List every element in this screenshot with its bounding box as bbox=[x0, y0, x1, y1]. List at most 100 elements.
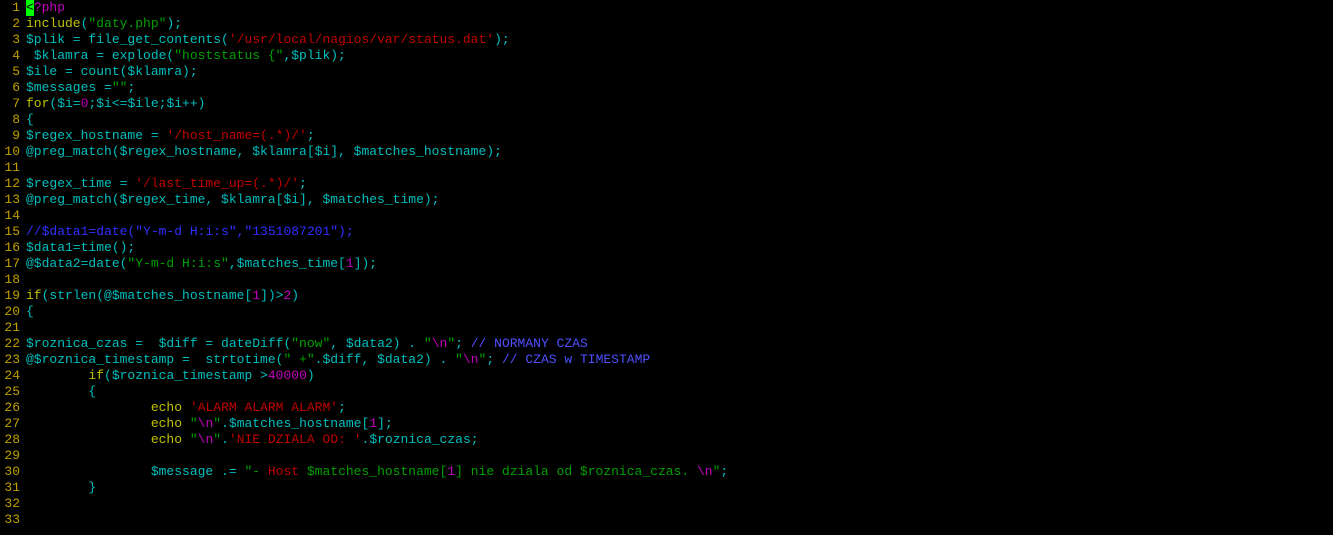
code-line[interactable]: 33 bbox=[0, 512, 1333, 528]
syntax-token: " bbox=[190, 416, 198, 431]
code-content[interactable]: if($roznica_timestamp >40000) bbox=[26, 368, 1333, 384]
code-line[interactable]: 1<?php bbox=[0, 0, 1333, 16]
code-content[interactable] bbox=[26, 512, 1333, 528]
code-content[interactable]: for($i=0;$i<=$ile;$i++) bbox=[26, 96, 1333, 112]
syntax-token: 1 bbox=[346, 256, 354, 271]
code-line[interactable]: 15//$data1=date("Y-m-d H:i:s","135108720… bbox=[0, 224, 1333, 240]
code-content[interactable]: if(strlen(@$matches_hostname[1])>2) bbox=[26, 288, 1333, 304]
code-content[interactable]: $message .= "- Host $matches_hostname[1]… bbox=[26, 464, 1333, 480]
code-content[interactable] bbox=[26, 208, 1333, 224]
code-line[interactable]: 12$regex_time = '/last_time_up=(.*)/'; bbox=[0, 176, 1333, 192]
syntax-token: "- bbox=[244, 464, 267, 479]
code-content[interactable] bbox=[26, 160, 1333, 176]
code-line[interactable]: 29 bbox=[0, 448, 1333, 464]
code-line[interactable]: 18 bbox=[0, 272, 1333, 288]
code-content[interactable]: $data1=time(); bbox=[26, 240, 1333, 256]
code-content[interactable]: echo "\n".$matches_hostname[1]; bbox=[26, 416, 1333, 432]
code-content[interactable]: { bbox=[26, 304, 1333, 320]
code-line[interactable]: 3$plik = file_get_contents('/usr/local/n… bbox=[0, 32, 1333, 48]
code-line[interactable]: 30 $message .= "- Host $matches_hostname… bbox=[0, 464, 1333, 480]
code-line[interactable]: 25 { bbox=[0, 384, 1333, 400]
code-content[interactable]: $roznica_czas = $diff = dateDiff("now", … bbox=[26, 336, 1333, 352]
code-content[interactable]: } bbox=[26, 480, 1333, 496]
code-line[interactable]: 28 echo "\n".'NIE DZIALA OD: '.$roznica_… bbox=[0, 432, 1333, 448]
syntax-token: echo bbox=[151, 416, 182, 431]
syntax-token: $matches_hostname[ bbox=[299, 464, 447, 479]
code-content[interactable]: //$data1=date("Y-m-d H:i:s","1351087201"… bbox=[26, 224, 1333, 240]
code-line[interactable]: 27 echo "\n".$matches_hostname[1]; bbox=[0, 416, 1333, 432]
code-content[interactable]: $regex_time = '/last_time_up=(.*)/'; bbox=[26, 176, 1333, 192]
syntax-token: ,$matches_time[ bbox=[229, 256, 346, 271]
code-content[interactable]: $ile = count($klamra); bbox=[26, 64, 1333, 80]
line-number: 11 bbox=[0, 160, 26, 176]
syntax-token: @$roznica_timestamp = strtotime( bbox=[26, 352, 283, 367]
code-content[interactable]: include("daty.php"); bbox=[26, 16, 1333, 32]
syntax-token: ; bbox=[338, 400, 346, 415]
syntax-token: if bbox=[26, 288, 42, 303]
code-content[interactable] bbox=[26, 496, 1333, 512]
code-line[interactable]: 7for($i=0;$i<=$ile;$i++) bbox=[0, 96, 1333, 112]
code-content[interactable]: @$data2=date("Y-m-d H:i:s",$matches_time… bbox=[26, 256, 1333, 272]
syntax-token: ?php bbox=[34, 0, 65, 15]
code-content[interactable]: { bbox=[26, 112, 1333, 128]
code-line[interactable]: 10@preg_match($regex_hostname, $klamra[$… bbox=[0, 144, 1333, 160]
code-content[interactable]: echo 'ALARM ALARM ALARM'; bbox=[26, 400, 1333, 416]
code-line[interactable]: 16$data1=time(); bbox=[0, 240, 1333, 256]
code-line[interactable]: 13@preg_match($regex_time, $klamra[$i], … bbox=[0, 192, 1333, 208]
code-content[interactable]: { bbox=[26, 384, 1333, 400]
syntax-token: { bbox=[26, 112, 34, 127]
line-number: 23 bbox=[0, 352, 26, 368]
syntax-token: .$matches_hostname[ bbox=[221, 416, 369, 431]
code-line[interactable]: 31 } bbox=[0, 480, 1333, 496]
syntax-token: " bbox=[455, 352, 463, 367]
code-content[interactable]: $plik = file_get_contents('/usr/local/na… bbox=[26, 32, 1333, 48]
code-line[interactable]: 32 bbox=[0, 496, 1333, 512]
code-content[interactable]: $messages =""; bbox=[26, 80, 1333, 96]
syntax-token: $data1=time(); bbox=[26, 240, 135, 255]
syntax-token: '/usr/local/nagios/var/status.dat' bbox=[229, 32, 494, 47]
syntax-token: .$diff, $data2) . bbox=[315, 352, 455, 367]
code-content[interactable]: <?php bbox=[26, 0, 1333, 16]
code-editor[interactable]: 1<?php2include("daty.php");3$plik = file… bbox=[0, 0, 1333, 528]
code-content[interactable] bbox=[26, 448, 1333, 464]
code-line[interactable]: 20{ bbox=[0, 304, 1333, 320]
code-content[interactable]: @preg_match($regex_time, $klamra[$i], $m… bbox=[26, 192, 1333, 208]
line-number: 13 bbox=[0, 192, 26, 208]
code-line[interactable]: 2include("daty.php"); bbox=[0, 16, 1333, 32]
line-number: 2 bbox=[0, 16, 26, 32]
code-content[interactable] bbox=[26, 320, 1333, 336]
line-number: 19 bbox=[0, 288, 26, 304]
code-line[interactable]: 26 echo 'ALARM ALARM ALARM'; bbox=[0, 400, 1333, 416]
syntax-token: Host bbox=[268, 464, 299, 479]
code-line[interactable]: 8{ bbox=[0, 112, 1333, 128]
code-line[interactable]: 21 bbox=[0, 320, 1333, 336]
code-line[interactable]: 11 bbox=[0, 160, 1333, 176]
code-line[interactable]: 9$regex_hostname = '/host_name=(.*)/'; bbox=[0, 128, 1333, 144]
code-line[interactable]: 6$messages =""; bbox=[0, 80, 1333, 96]
code-content[interactable]: echo "\n".'NIE DZIALA OD: '.$roznica_cza… bbox=[26, 432, 1333, 448]
code-line[interactable]: 22$roznica_czas = $diff = dateDiff("now"… bbox=[0, 336, 1333, 352]
code-line[interactable]: 23@$roznica_timestamp = strtotime(" +".$… bbox=[0, 352, 1333, 368]
code-content[interactable]: $klamra = explode("hoststatus {",$plik); bbox=[26, 48, 1333, 64]
line-number: 18 bbox=[0, 272, 26, 288]
syntax-token: ; bbox=[720, 464, 728, 479]
syntax-token: $ile = count($klamra); bbox=[26, 64, 198, 79]
code-content[interactable]: @preg_match($regex_hostname, $klamra[$i]… bbox=[26, 144, 1333, 160]
syntax-token: ($i= bbox=[49, 96, 80, 111]
code-line[interactable]: 4 $klamra = explode("hoststatus {",$plik… bbox=[0, 48, 1333, 64]
line-number: 29 bbox=[0, 448, 26, 464]
code-line[interactable]: 14 bbox=[0, 208, 1333, 224]
code-content[interactable]: $regex_hostname = '/host_name=(.*)/'; bbox=[26, 128, 1333, 144]
code-line[interactable]: 17@$data2=date("Y-m-d H:i:s",$matches_ti… bbox=[0, 256, 1333, 272]
code-content[interactable] bbox=[26, 272, 1333, 288]
syntax-token: ] nie dziala od $roznica_czas. bbox=[455, 464, 697, 479]
line-number: 25 bbox=[0, 384, 26, 400]
syntax-token: "daty.php" bbox=[88, 16, 166, 31]
syntax-token: $plik = file_get_contents( bbox=[26, 32, 229, 47]
code-content[interactable]: @$roznica_timestamp = strtotime(" +".$di… bbox=[26, 352, 1333, 368]
code-line[interactable]: 5$ile = count($klamra); bbox=[0, 64, 1333, 80]
code-line[interactable]: 19if(strlen(@$matches_hostname[1])>2) bbox=[0, 288, 1333, 304]
line-number: 30 bbox=[0, 464, 26, 480]
code-line[interactable]: 24 if($roznica_timestamp >40000) bbox=[0, 368, 1333, 384]
syntax-token: " bbox=[213, 432, 221, 447]
